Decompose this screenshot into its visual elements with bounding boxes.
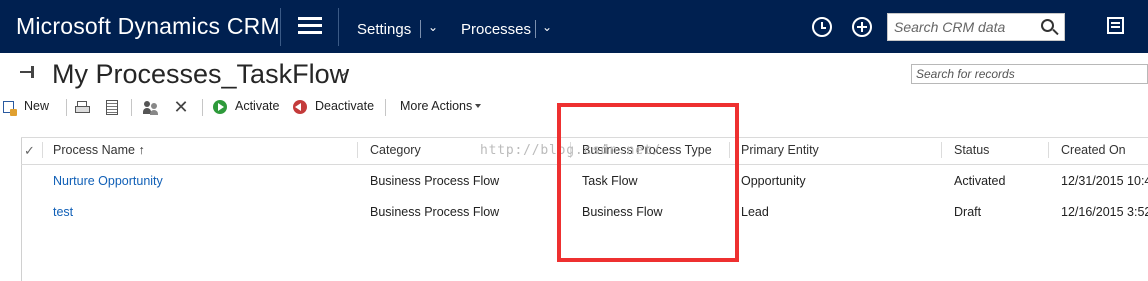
select-all-checkmark-icon[interactable]: ✓	[24, 143, 35, 159]
activate-icon[interactable]	[213, 100, 227, 114]
column-header-process-name[interactable]: Process Name ↑	[53, 143, 145, 157]
column-header-created-on[interactable]: Created On	[1061, 143, 1126, 157]
row-2-process-name-link[interactable]: test	[53, 205, 73, 219]
recent-clock-icon[interactable]	[812, 17, 832, 37]
nav-divider	[535, 20, 536, 38]
processes-chevron-down-icon[interactable]: ⌄	[542, 20, 552, 34]
row-2-primary-entity: Lead	[741, 205, 769, 219]
column-divider	[1048, 142, 1049, 158]
deactivate-button[interactable]: Deactivate	[315, 99, 374, 117]
delete-icon[interactable]: ✕	[173, 98, 189, 116]
more-actions-caret-icon[interactable]	[475, 104, 481, 108]
nav-divider	[280, 8, 281, 46]
activate-button[interactable]: Activate	[235, 99, 279, 117]
new-record-icon[interactable]	[2, 100, 18, 116]
pin-icon[interactable]	[20, 66, 38, 78]
top-nav-bar: Microsoft Dynamics CRM Settings ⌄ Proces…	[0, 0, 1148, 53]
nav-processes[interactable]: Processes	[461, 21, 531, 38]
search-icon[interactable]	[1041, 19, 1054, 32]
settings-chevron-down-icon[interactable]: ⌄	[428, 20, 438, 34]
highlight-annotation-box	[557, 103, 739, 262]
column-divider	[42, 142, 43, 158]
row-1-created-on: 12/31/2015 10:4...	[1061, 174, 1148, 188]
column-divider	[941, 142, 942, 158]
row-2-category: Business Process Flow	[370, 205, 500, 219]
nav-divider	[420, 20, 421, 38]
record-search-input[interactable]	[912, 65, 1147, 83]
menu-hamburger-icon[interactable]	[298, 17, 322, 35]
form-icon[interactable]	[104, 100, 120, 115]
column-header-status[interactable]: Status	[954, 143, 989, 157]
row-2-status: Draft	[954, 205, 982, 219]
view-title[interactable]: My Processes_TaskFlow	[52, 59, 349, 90]
row-1-status: Activated	[954, 174, 1006, 188]
command-divider	[66, 99, 67, 116]
app-brand[interactable]: Microsoft Dynamics CRM	[16, 13, 280, 40]
row-1-primary-entity: Opportunity	[741, 174, 806, 188]
nav-settings[interactable]: Settings	[357, 21, 411, 38]
create-plus-icon[interactable]	[852, 17, 872, 37]
print-icon[interactable]	[75, 100, 91, 115]
column-header-primary-entity[interactable]: Primary Entity	[741, 143, 819, 157]
global-search-input[interactable]	[888, 14, 1038, 40]
deactivate-icon[interactable]	[293, 100, 307, 114]
command-divider	[385, 99, 386, 116]
more-actions-button[interactable]: More Actions	[400, 99, 472, 117]
row-1-process-name-link[interactable]: Nurture Opportunity	[53, 174, 163, 188]
assign-people-icon[interactable]	[143, 100, 159, 115]
grid-left-border	[21, 137, 22, 281]
nav-divider	[338, 8, 339, 46]
global-search-box	[887, 13, 1065, 41]
record-search-box	[911, 64, 1148, 84]
row-2-created-on: 12/16/2015 3:52...	[1061, 205, 1148, 219]
row-1-category: Business Process Flow	[370, 174, 500, 188]
options-icon[interactable]	[1107, 17, 1124, 34]
new-button[interactable]: New	[24, 99, 49, 117]
command-divider	[202, 99, 203, 116]
command-divider	[131, 99, 132, 116]
column-header-category[interactable]: Category	[370, 143, 421, 157]
view-selector-chevron-down-icon[interactable]: ⌄	[337, 63, 349, 80]
column-divider	[357, 142, 358, 158]
